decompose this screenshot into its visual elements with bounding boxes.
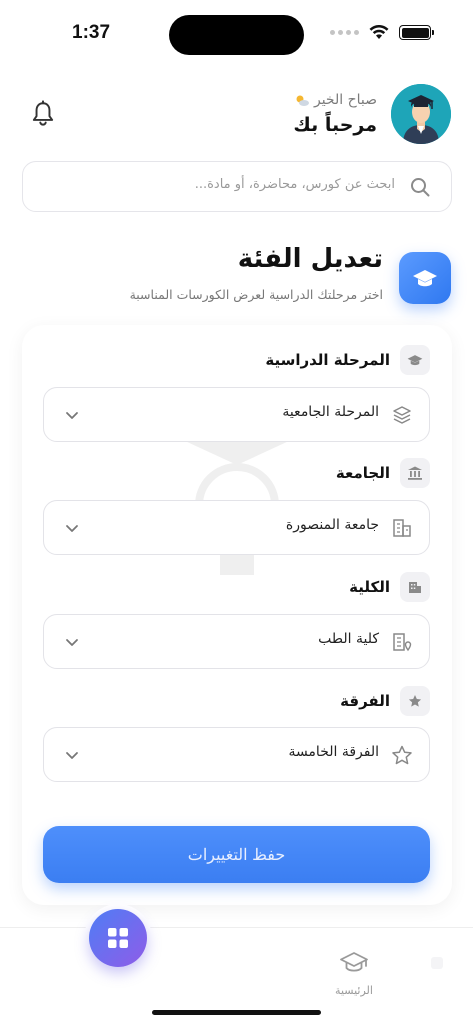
greeting: صباح الخير [294,92,377,108]
wifi-icon [369,25,389,39]
year-value: الفرقة الخامسة [288,744,379,760]
field-faculty-label-row: الكلية [349,572,430,602]
star-icon [400,686,430,716]
office-building-icon [400,572,430,602]
graduation-cap-icon [413,270,437,287]
nav-home-label: الرئيسية [335,984,373,997]
stage-select[interactable]: المرحلة الجامعية [43,387,430,442]
field-university-label-row: الجامعة [336,458,430,488]
institution-icon [400,458,430,488]
chevron-down-icon [66,525,78,532]
menu-fab-button[interactable] [89,909,147,967]
section-graduation-icon [399,252,451,304]
home-indicator [152,1010,321,1015]
year-select[interactable]: الفرقة الخامسة [43,727,430,782]
category-form-card: المرحلة الدراسية المرحلة الجامعية الجامع… [22,325,452,905]
star-outline-icon [392,745,412,765]
page-title: تعديل الفئة [237,244,383,274]
greeting-text: صباح الخير [313,92,377,108]
building-icon [393,519,411,537]
faculty-select[interactable]: كلية الطب [43,614,430,669]
save-button[interactable]: حفظ التغييرات [43,826,430,883]
faculty-value: كلية الطب [318,631,379,647]
building-pin-icon [393,633,412,652]
university-select[interactable]: جامعة المنصورة [43,500,430,555]
status-bar: 1:37 [0,0,473,70]
chevron-down-icon [66,412,78,419]
layers-icon [393,406,411,424]
notification-bell-icon[interactable] [30,100,56,128]
field-year-label-row: الفرقة [340,686,430,716]
field-stage-label: المرحلة الدراسية [265,351,390,369]
sun-cloud-icon [296,95,309,106]
stage-value: المرحلة الجامعية [282,404,379,420]
battery-icon [399,25,434,40]
avatar[interactable] [391,84,451,144]
chevron-down-icon [66,639,78,646]
page-subtitle: اختر مرحلتك الدراسية لعرض الكورسات المنا… [129,287,383,302]
user-avatar-icon [391,84,451,144]
university-value: جامعة المنصورة [285,517,379,533]
graduation-cap-icon [340,952,368,972]
search-icon [411,178,430,197]
search-input[interactable]: ابحث عن كورس، محاضرة، أو مادة... [22,161,452,212]
signal-dots-icon [330,30,359,35]
search-placeholder: ابحث عن كورس، محاضرة، أو مادة... [194,177,395,192]
graduation-cap-icon [400,345,430,375]
chevron-down-icon [66,752,78,759]
dynamic-island [169,15,304,55]
nav-right-icon [431,957,443,969]
status-icons [330,25,434,40]
nav-item-home[interactable]: الرئيسية [318,950,390,997]
grid-icon [108,928,128,948]
field-year-label: الفرقة [340,692,390,710]
field-university-label: الجامعة [335,464,390,482]
welcome-title: مرحباً بك [293,114,377,136]
status-time: 1:37 [72,22,111,43]
field-stage-label-row: المرحلة الدراسية [265,345,430,375]
header: صباح الخير مرحباً بك [0,84,473,146]
field-faculty-label: الكلية [349,578,390,596]
